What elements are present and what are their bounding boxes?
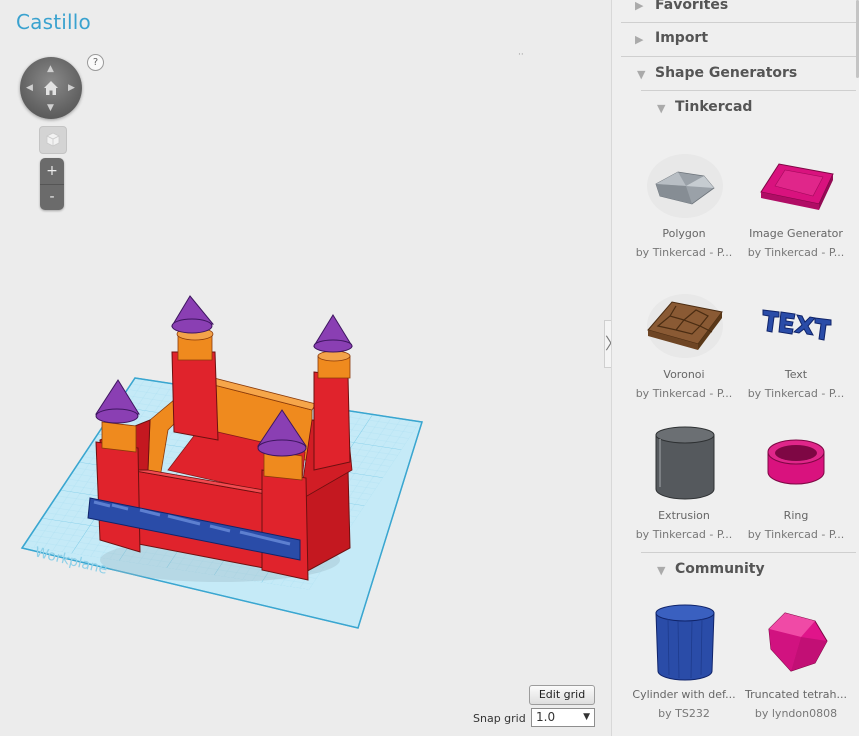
shapes-sidebar: ▶ Favorites ▶ Import ▼ Shape Generators … xyxy=(611,0,859,736)
shape-name: Image Generator xyxy=(749,227,843,240)
voronoi-shape-icon[interactable] xyxy=(646,290,724,360)
polygon-shape-icon[interactable] xyxy=(646,150,724,220)
expand-down-icon[interactable]: ▼ xyxy=(657,564,665,577)
shape-author: by Tinkercad - P... xyxy=(747,528,845,541)
shape-author: by Tinkercad - P... xyxy=(635,528,733,541)
text-shape-icon[interactable] xyxy=(757,290,835,360)
collapse-sidebar-button[interactable]: 〉 xyxy=(604,320,611,368)
cylinder-shape-icon[interactable] xyxy=(646,603,724,685)
shape-author: by Tinkercad - P... xyxy=(747,246,845,259)
divider xyxy=(641,552,856,553)
shape-name: Truncated tetrah... xyxy=(744,688,848,701)
chevron-down-icon: ▼ xyxy=(583,712,590,722)
snap-grid-value: 1.0 xyxy=(536,710,556,724)
expand-down-icon[interactable]: ▼ xyxy=(657,102,665,115)
expand-right-icon[interactable]: ▶ xyxy=(635,0,643,12)
section-tinkercad[interactable]: Tinkercad xyxy=(675,99,752,115)
expand-right-icon[interactable]: ▶ xyxy=(635,33,643,46)
section-shape-generators[interactable]: Shape Generators xyxy=(655,65,797,81)
design-viewport[interactable]: Castillo ▲ ▼ ◀ ▶ ? ·· + - Workplane Edit… xyxy=(0,0,611,736)
image-generator-shape-icon[interactable] xyxy=(757,150,835,220)
workplane-scene[interactable]: Workplane xyxy=(0,0,611,736)
truncated-tetrahedron-shape-icon[interactable] xyxy=(757,605,835,675)
snap-grid-select[interactable]: 1.0 ▼ xyxy=(531,708,595,727)
divider xyxy=(621,22,856,23)
shape-name: Text xyxy=(784,368,808,381)
section-community[interactable]: Community xyxy=(675,561,765,577)
divider xyxy=(641,90,856,91)
shape-author: by Tinkercad - P... xyxy=(635,246,733,259)
ring-shape-icon[interactable] xyxy=(757,430,835,500)
shape-author: by lyndon0808 xyxy=(754,707,838,720)
shape-author: by Tinkercad - P... xyxy=(747,387,845,400)
shape-name: Extrusion xyxy=(658,509,710,522)
shape-name: Polygon xyxy=(662,227,706,240)
shape-name: Ring xyxy=(783,509,809,522)
expand-down-icon[interactable]: ▼ xyxy=(637,68,645,81)
edit-grid-button[interactable]: Edit grid xyxy=(529,685,595,705)
shape-name: Voronoi xyxy=(663,368,705,381)
divider xyxy=(621,56,856,57)
section-import[interactable]: Import xyxy=(655,30,708,46)
snap-grid-label: Snap grid xyxy=(473,712,526,725)
extrusion-shape-icon[interactable] xyxy=(646,425,724,505)
castle-model[interactable] xyxy=(87,295,353,582)
section-favorites[interactable]: Favorites xyxy=(655,0,728,13)
shape-name: Cylinder with def... xyxy=(632,688,736,701)
shape-author: by Tinkercad - P... xyxy=(635,387,733,400)
shape-author: by TS232 xyxy=(658,707,710,720)
